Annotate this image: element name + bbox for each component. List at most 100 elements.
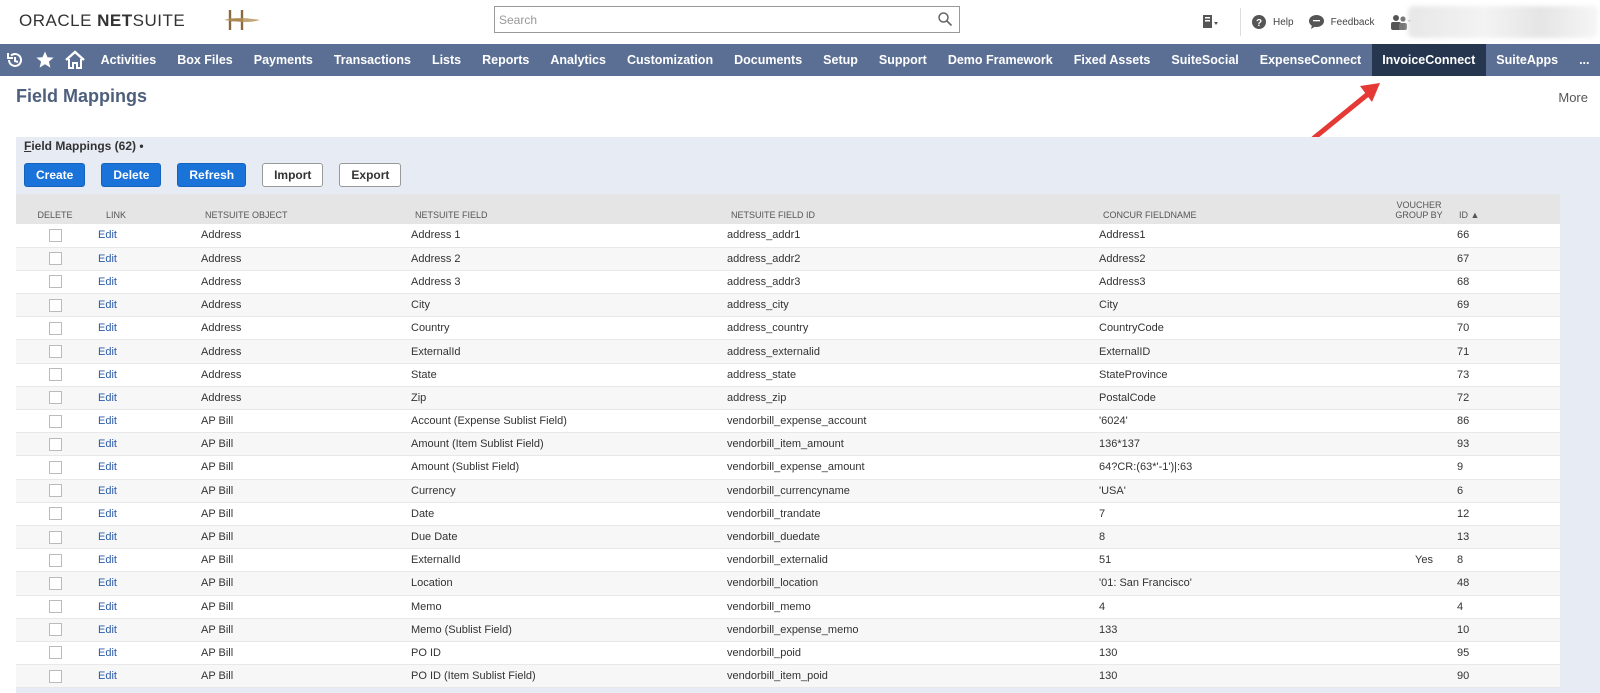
col-header-delete[interactable]: DELETE bbox=[16, 194, 94, 224]
edit-link[interactable]: Edit bbox=[98, 601, 117, 613]
list-tab-field-mappings[interactable]: Field Mappings (62) • bbox=[16, 137, 152, 157]
col-header-link[interactable]: LINK bbox=[94, 194, 197, 224]
delete-checkbox[interactable] bbox=[48, 252, 62, 266]
nav-suiteapps[interactable]: SuiteApps bbox=[1486, 44, 1569, 76]
edit-link[interactable]: Edit bbox=[98, 276, 117, 288]
delete-checkbox[interactable] bbox=[48, 484, 62, 498]
netsuite-object-cell: AP Bill bbox=[197, 502, 407, 526]
delete-checkbox[interactable] bbox=[48, 600, 62, 614]
delete-checkbox[interactable] bbox=[48, 368, 62, 382]
netsuite-field-id-cell: vendorbill_expense_amount bbox=[723, 455, 1095, 480]
export-button[interactable]: Export bbox=[339, 163, 402, 187]
recent-records-button[interactable] bbox=[1200, 13, 1226, 31]
delete-checkbox[interactable] bbox=[48, 414, 62, 428]
netsuite-field-id-cell: vendorbill_currencyname bbox=[723, 479, 1095, 503]
voucher-group-by-cell bbox=[1385, 479, 1453, 503]
delete-checkbox[interactable] bbox=[48, 507, 62, 521]
edit-link[interactable]: Edit bbox=[98, 299, 117, 311]
netsuite-field-id-cell: address_country bbox=[723, 316, 1095, 341]
edit-link[interactable]: Edit bbox=[98, 322, 117, 334]
delete-checkbox[interactable] bbox=[48, 669, 62, 683]
global-search-box[interactable] bbox=[494, 6, 960, 33]
delete-button[interactable]: Delete bbox=[101, 163, 162, 187]
delete-checkbox[interactable] bbox=[48, 553, 62, 567]
home-button[interactable] bbox=[60, 44, 90, 76]
nav-payments[interactable]: Payments bbox=[243, 44, 323, 76]
delete-checkbox[interactable] bbox=[48, 228, 62, 242]
edit-link[interactable]: Edit bbox=[98, 577, 117, 589]
nav-demo-framework[interactable]: Demo Framework bbox=[937, 44, 1063, 76]
nav-support[interactable]: Support bbox=[868, 44, 937, 76]
netsuite-object-cell: AP Bill bbox=[197, 525, 407, 550]
delete-checkbox[interactable] bbox=[48, 345, 62, 359]
nav-setup[interactable]: Setup bbox=[813, 44, 869, 76]
delete-checkbox[interactable] bbox=[48, 646, 62, 660]
edit-link[interactable]: Edit bbox=[98, 438, 117, 450]
edit-link[interactable]: Edit bbox=[98, 647, 117, 659]
netsuite-field-cell: City bbox=[407, 293, 723, 318]
edit-link[interactable]: Edit bbox=[98, 508, 117, 520]
delete-checkbox[interactable] bbox=[48, 321, 62, 335]
nav-customization[interactable]: Customization bbox=[616, 44, 723, 76]
delete-checkbox[interactable] bbox=[48, 437, 62, 451]
delete-checkbox[interactable] bbox=[48, 576, 62, 590]
col-header-concur-fieldname[interactable]: CONCUR FIELDNAME bbox=[1095, 194, 1385, 224]
import-button[interactable]: Import bbox=[262, 163, 324, 187]
search-icon[interactable] bbox=[937, 11, 953, 27]
delete-checkbox[interactable] bbox=[48, 298, 62, 312]
edit-link[interactable]: Edit bbox=[98, 624, 117, 636]
edit-link[interactable]: Edit bbox=[98, 485, 117, 497]
edit-link[interactable]: Edit bbox=[98, 253, 117, 265]
col-header-netsuite-object[interactable]: NETSUITE OBJECT bbox=[197, 194, 407, 224]
feedback-link[interactable]: Feedback bbox=[1308, 14, 1375, 30]
voucher-group-by-cell bbox=[1385, 432, 1453, 457]
help-link[interactable]: ? Help bbox=[1251, 14, 1294, 30]
netsuite-object-cell: AP Bill bbox=[197, 455, 407, 480]
edit-link[interactable]: Edit bbox=[98, 392, 117, 404]
edit-link[interactable]: Edit bbox=[98, 531, 117, 543]
id-cell: 68 bbox=[1453, 270, 1560, 295]
nav-box-files[interactable]: Box Files bbox=[167, 44, 244, 76]
favorites-button[interactable] bbox=[30, 44, 60, 76]
refresh-button[interactable]: Refresh bbox=[177, 163, 247, 187]
nav-more-menu[interactable]: ... bbox=[1569, 44, 1600, 76]
search-input[interactable] bbox=[495, 7, 925, 32]
list-tab-bullet: • bbox=[136, 139, 144, 153]
oracle-netsuite-logo[interactable]: ORACLE NETSUITE bbox=[19, 11, 185, 31]
delete-checkbox[interactable] bbox=[48, 460, 62, 474]
edit-link[interactable]: Edit bbox=[98, 670, 117, 682]
netsuite-object-cell: AP Bill bbox=[197, 618, 407, 642]
nav-transactions[interactable]: Transactions bbox=[323, 44, 421, 76]
logo-suite-text: SUITE bbox=[132, 11, 186, 30]
link-cell: Edit bbox=[94, 595, 197, 619]
edit-link[interactable]: Edit bbox=[98, 369, 117, 381]
nav-suitesocial[interactable]: SuiteSocial bbox=[1161, 44, 1249, 76]
col-header-netsuite-field[interactable]: NETSUITE FIELD bbox=[407, 194, 723, 224]
nav-reports[interactable]: Reports bbox=[472, 44, 540, 76]
edit-link[interactable]: Edit bbox=[98, 229, 117, 241]
nav-invoiceconnect[interactable]: InvoiceConnect bbox=[1371, 44, 1486, 76]
nav-analytics[interactable]: Analytics bbox=[540, 44, 617, 76]
delete-checkbox[interactable] bbox=[48, 530, 62, 544]
edit-link[interactable]: Edit bbox=[98, 346, 117, 358]
more-actions-link[interactable]: More bbox=[1558, 90, 1588, 105]
nav-expenseconnect[interactable]: ExpenseConnect bbox=[1249, 44, 1371, 76]
col-header-netsuite-field-id[interactable]: NETSUITE FIELD ID bbox=[723, 194, 1095, 224]
nav-fixed-assets[interactable]: Fixed Assets bbox=[1063, 44, 1161, 76]
delete-checkbox[interactable] bbox=[48, 391, 62, 405]
edit-link[interactable]: Edit bbox=[98, 415, 117, 427]
netsuite-field-id-cell: address_addr2 bbox=[723, 247, 1095, 271]
nav-activities[interactable]: Activities bbox=[90, 44, 167, 76]
edit-link[interactable]: Edit bbox=[98, 554, 117, 566]
recent-history-button[interactable] bbox=[0, 44, 30, 76]
user-account-menu[interactable] bbox=[1408, 6, 1598, 38]
delete-checkbox[interactable] bbox=[48, 623, 62, 637]
nav-documents[interactable]: Documents bbox=[724, 44, 813, 76]
col-header-id[interactable]: ID ▲ bbox=[1453, 194, 1560, 224]
netsuite-field-cell: Address 1 bbox=[407, 224, 723, 248]
col-header-voucher-group-by[interactable]: VOUCHER GROUP BY bbox=[1385, 194, 1453, 224]
nav-lists[interactable]: Lists bbox=[421, 44, 471, 76]
delete-checkbox[interactable] bbox=[48, 275, 62, 289]
create-button[interactable]: Create bbox=[24, 163, 86, 187]
edit-link[interactable]: Edit bbox=[98, 461, 117, 473]
